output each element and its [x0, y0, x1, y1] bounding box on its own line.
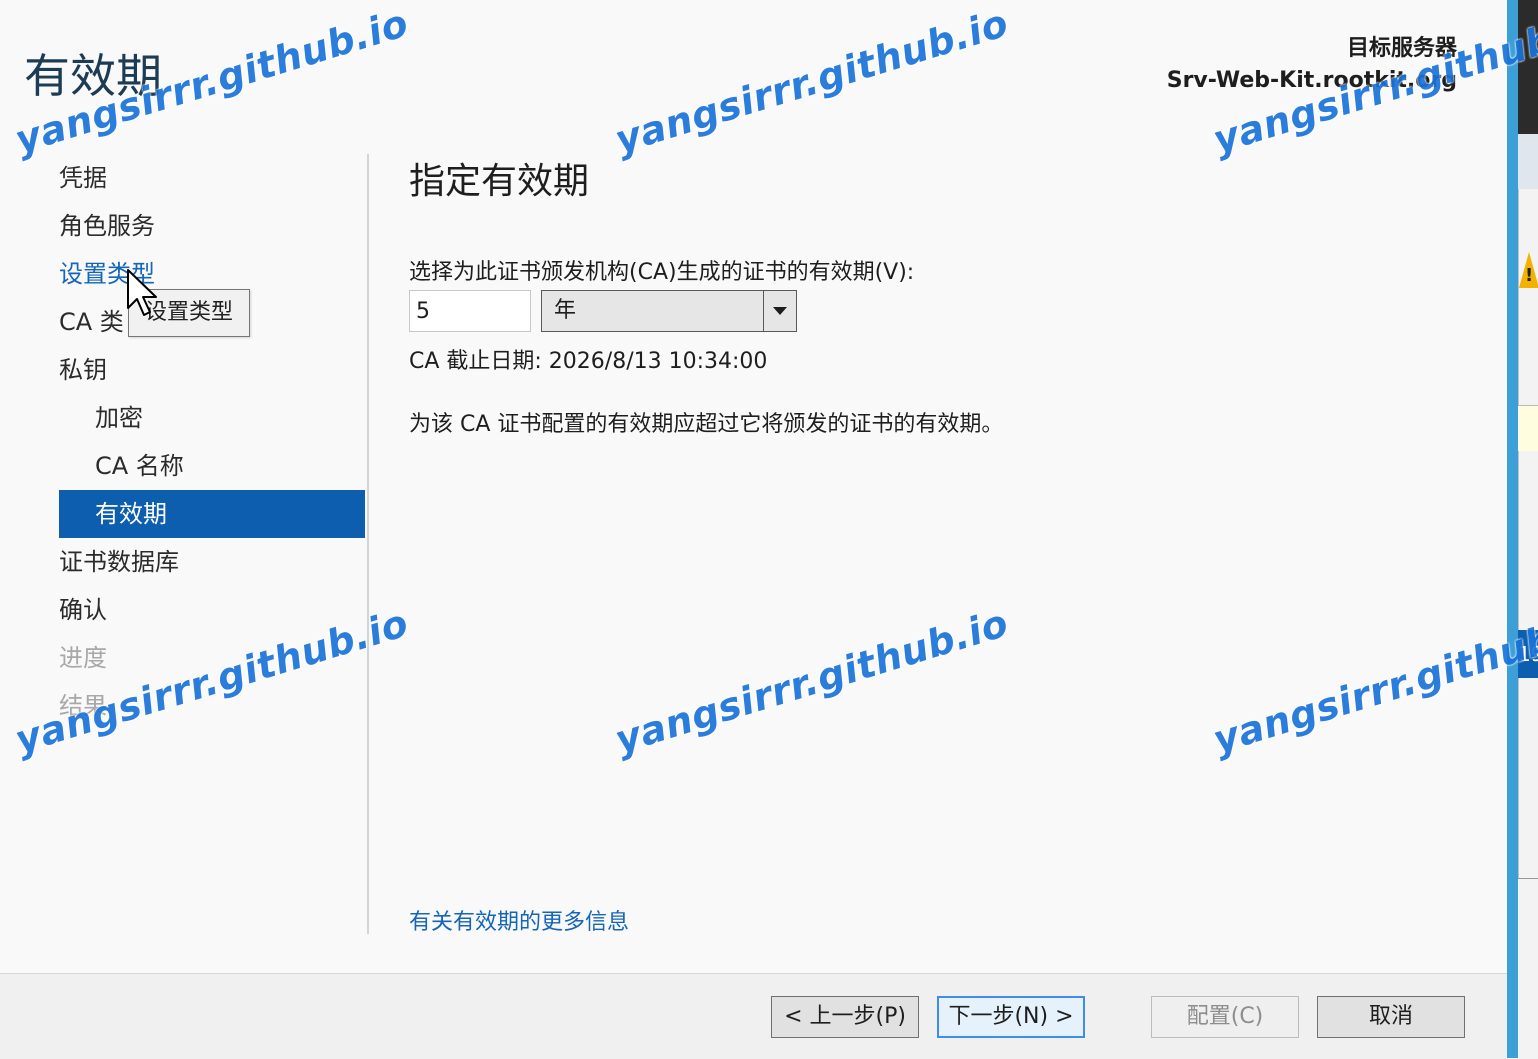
validity-prompt: 选择为此证书颁发机构(CA)生成的证书的有效期(V):	[409, 260, 915, 285]
wizard-nav: 凭据 角色服务 设置类型 CA 类 私钥 加密 CA 名称 有效期 证书数据库 …	[59, 154, 365, 730]
validity-unit-select[interactable]: 年	[541, 290, 797, 332]
next-button[interactable]: 下一步(N) >	[937, 996, 1085, 1038]
background-window-dark-area	[1518, 0, 1538, 134]
cancel-button[interactable]: 取消	[1317, 996, 1465, 1038]
nav-item-confirmation[interactable]: 确认	[59, 586, 365, 634]
validity-value-input[interactable]: 5	[409, 290, 531, 332]
background-window-highlight	[1518, 405, 1538, 451]
nav-item-cryptography[interactable]: 加密	[59, 394, 365, 442]
nav-item-private-key[interactable]: 私钥	[59, 346, 365, 394]
nav-item-results: 结果	[59, 692, 107, 720]
page-title: 有效期	[24, 49, 162, 103]
nav-item-role-services[interactable]: 角色服务	[59, 202, 365, 250]
ca-expiry-date: CA 截止日期: 2026/8/13 10:34:00	[409, 349, 768, 374]
nav-item-ca-name[interactable]: CA 名称	[59, 442, 365, 490]
nav-item-validity-period[interactable]: 有效期	[59, 490, 365, 538]
background-window-panel	[1518, 134, 1538, 878]
wizard-dialog: 有效期 目标服务器 Srv-Web-Kit.rootkit.org 凭据 角色服…	[0, 0, 1507, 1059]
nav-item-credentials[interactable]: 凭据	[59, 154, 365, 202]
background-window-number: 19	[1518, 630, 1538, 678]
warning-mark: !	[1525, 265, 1534, 286]
validity-note: 为该 CA 证书配置的有效期应超过它将颁发的证书的有效期。	[409, 412, 1004, 437]
configure-button: 配置(C)	[1151, 996, 1299, 1038]
section-title: 指定有效期	[409, 161, 590, 202]
target-server-name: Srv-Web-Kit.rootkit.org	[1166, 68, 1457, 93]
back-button[interactable]: < 上一步(P)	[771, 996, 919, 1038]
more-info-link[interactable]: 有关有效期的更多信息	[409, 904, 629, 936]
button-bar: < 上一步(P) 下一步(N) > 配置(C) 取消	[0, 973, 1507, 1059]
target-server-label: 目标服务器	[1346, 36, 1457, 61]
nav-item-progress: 进度	[59, 644, 107, 672]
nav-divider	[367, 154, 369, 934]
background-window-band	[1518, 134, 1538, 189]
mouse-cursor-icon	[127, 269, 157, 316]
nav-item-certificate-database[interactable]: 证书数据库	[59, 538, 365, 586]
dropdown-button[interactable]	[763, 291, 796, 331]
background-window-bottom	[1518, 878, 1538, 1059]
validity-unit-value: 年	[554, 298, 577, 323]
chevron-down-icon	[773, 307, 787, 315]
